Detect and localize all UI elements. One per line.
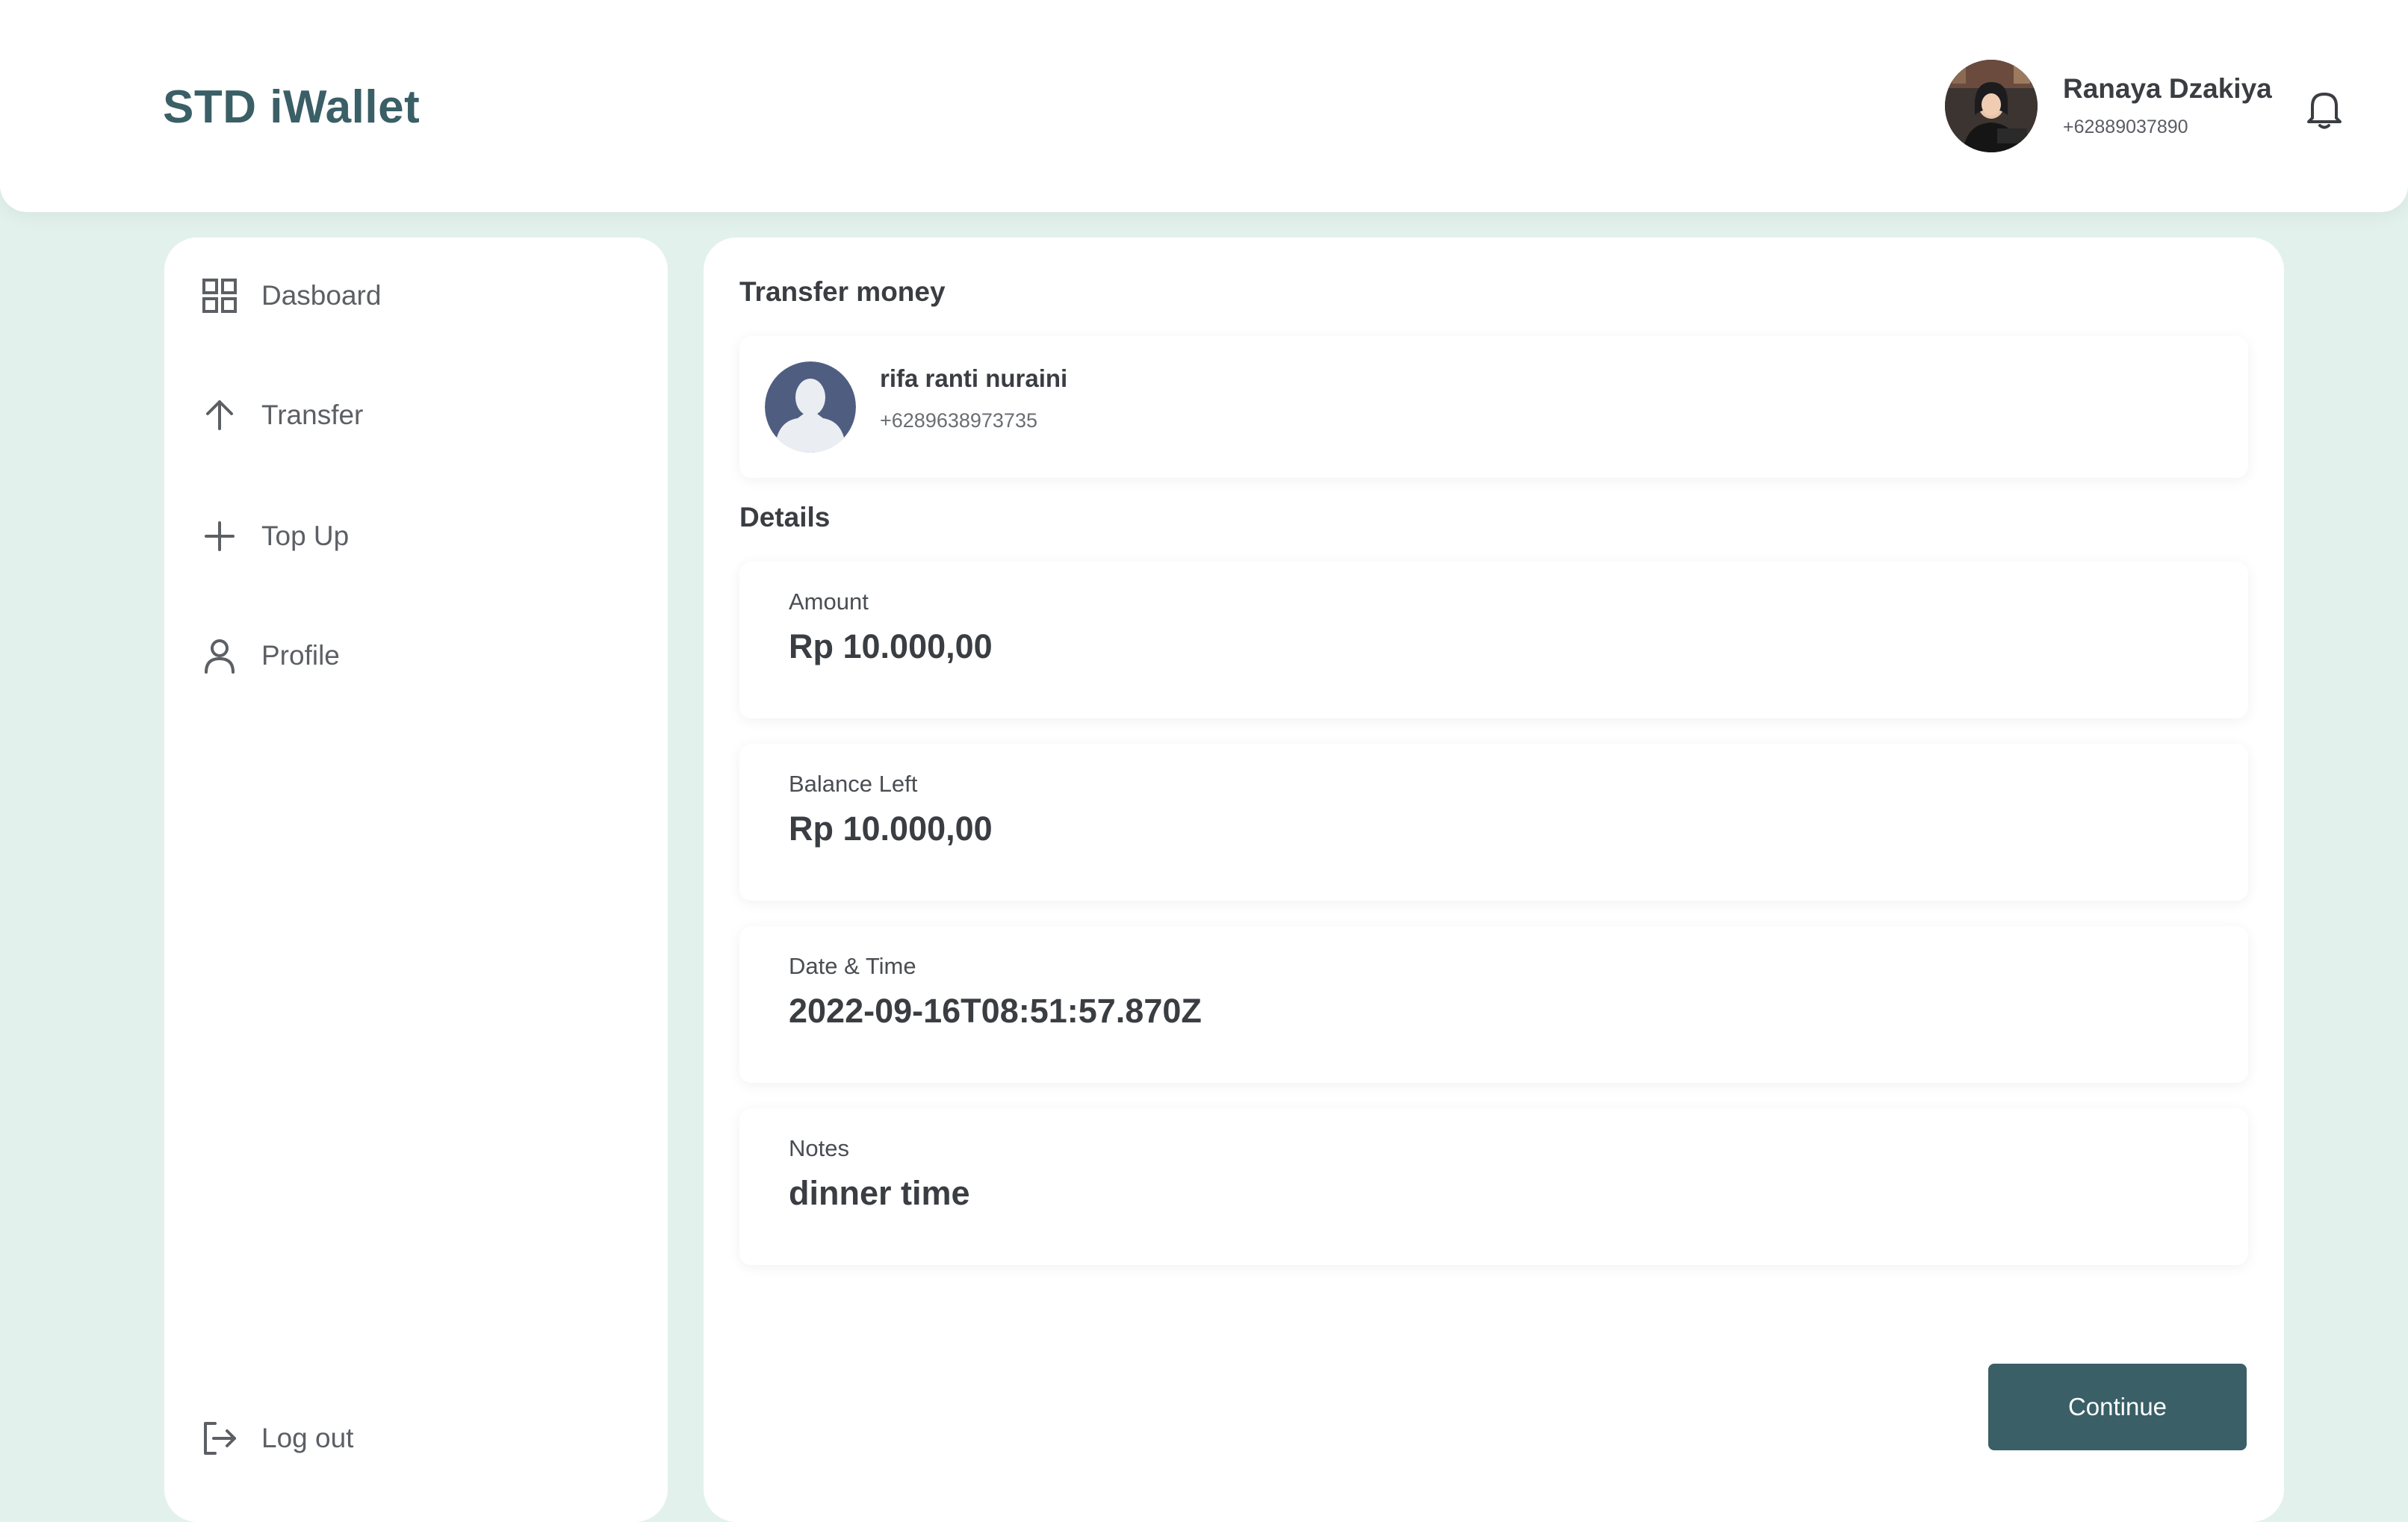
top-header: STD iWallet Ranaya Dzakiya +62889037890: [0, 0, 2408, 212]
user-phone: +62889037890: [2063, 116, 2188, 137]
bell-icon[interactable]: [2305, 88, 2344, 130]
user-avatar[interactable]: [1945, 60, 2038, 152]
brand-logo[interactable]: STD iWallet: [163, 81, 420, 134]
detail-card-amount: Amount Rp 10.000,00: [739, 562, 2248, 718]
sidebar-item-dashboard[interactable]: Dasboard: [202, 278, 381, 314]
user-info: Ranaya Dzakiya +62889037890: [2063, 73, 2272, 138]
detail-label: Balance Left: [789, 771, 918, 797]
grid-icon: [202, 278, 238, 314]
detail-label: Date & Time: [789, 953, 916, 979]
detail-value: 2022-09-16T08:51:57.870Z: [789, 992, 1202, 1030]
logout-label: Log out: [261, 1423, 354, 1453]
transfer-panel: Transfer money rifa ranti nuraini +62896…: [704, 237, 2284, 1522]
sidebar: Dasboard Transfer Top Up Profile Log out: [164, 237, 668, 1522]
sidebar-item-label: Transfer: [261, 400, 364, 430]
detail-card-notes: Notes dinner time: [739, 1108, 2248, 1265]
detail-label: Amount: [789, 588, 869, 615]
recipient-card: rifa ranti nuraini +6289638973735: [739, 336, 2248, 478]
sidebar-item-label: Top Up: [261, 521, 350, 551]
sidebar-item-top-up[interactable]: Top Up: [202, 518, 349, 554]
arrow-up-icon: [202, 397, 238, 433]
detail-value: Rp 10.000,00: [789, 627, 993, 665]
sidebar-item-label: Profile: [261, 640, 340, 671]
detail-card-date-time: Date & Time 2022-09-16T08:51:57.870Z: [739, 926, 2248, 1083]
page-title: Transfer money: [739, 276, 946, 307]
sidebar-item-transfer[interactable]: Transfer: [202, 397, 363, 433]
sidebar-item-profile[interactable]: Profile: [202, 638, 340, 674]
recipient-name: rifa ranti nuraini: [880, 364, 1068, 392]
details-heading: Details: [739, 502, 831, 532]
user-profile[interactable]: Ranaya Dzakiya +62889037890: [1945, 60, 2272, 152]
logout-icon: [202, 1420, 238, 1456]
detail-value: Rp 10.000,00: [789, 810, 993, 848]
detail-value: dinner time: [789, 1174, 970, 1212]
default-avatar-icon: [765, 361, 856, 453]
continue-button[interactable]: Continue: [1988, 1364, 2247, 1450]
user-name: Ranaya Dzakiya: [2063, 73, 2272, 105]
sidebar-item-label: Dasboard: [261, 280, 382, 311]
plus-icon: [202, 518, 238, 554]
recipient-phone: +6289638973735: [880, 409, 1037, 432]
detail-card-balance-left: Balance Left Rp 10.000,00: [739, 744, 2248, 901]
logout-button[interactable]: Log out: [202, 1420, 353, 1456]
user-icon: [202, 638, 238, 674]
detail-label: Notes: [789, 1135, 849, 1161]
